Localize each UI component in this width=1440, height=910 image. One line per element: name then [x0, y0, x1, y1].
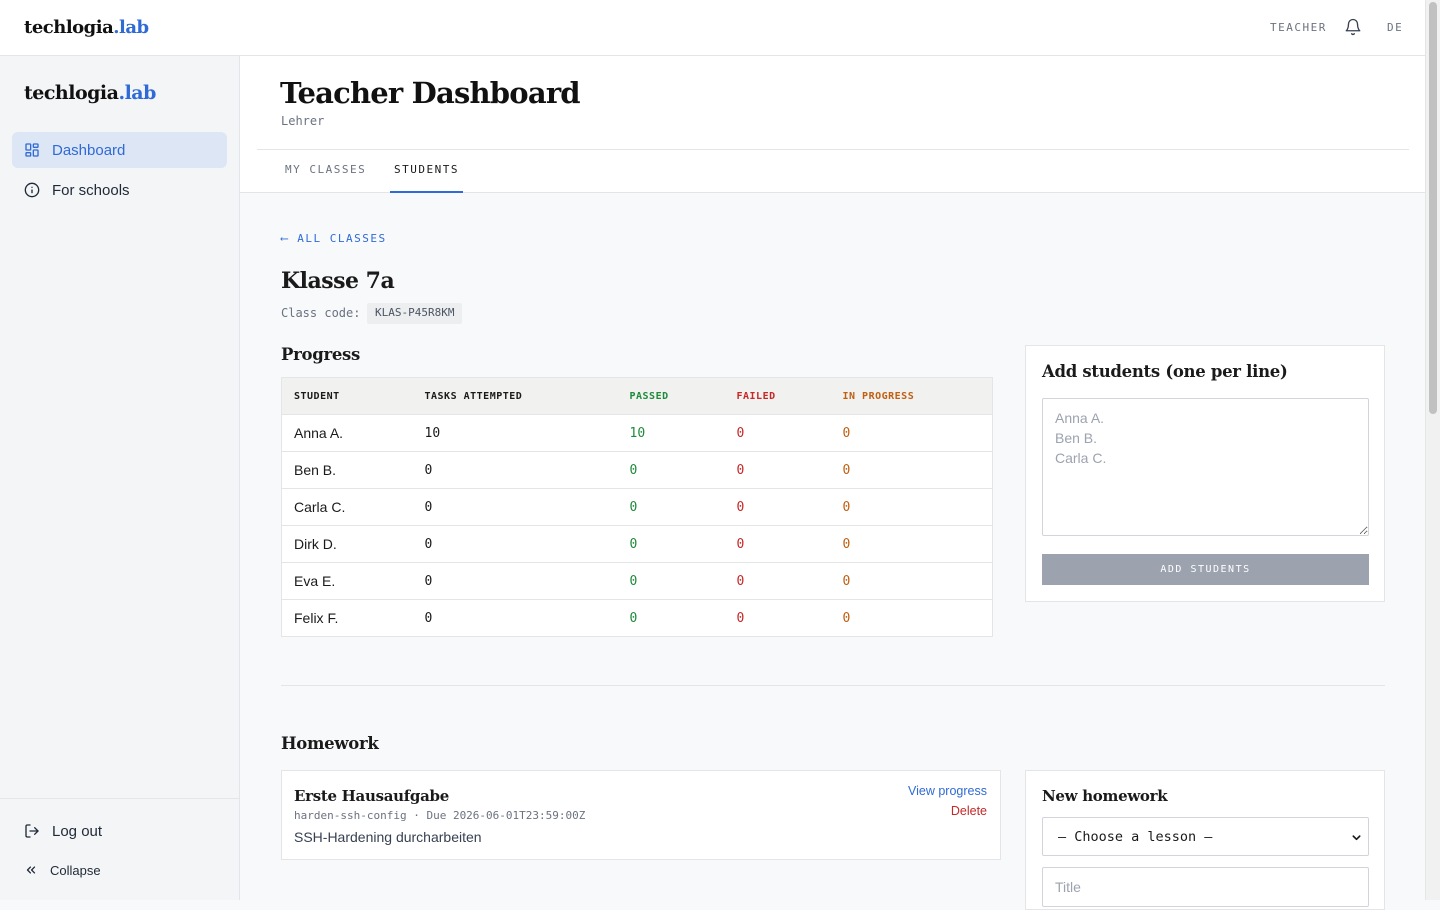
in-progress-count: 0: [830, 562, 993, 600]
page-header: Teacher Dashboard Lehrer MY CLASSES STUD…: [240, 56, 1425, 193]
add-students-textarea[interactable]: [1042, 398, 1369, 536]
failed-count: 0: [724, 599, 831, 637]
tasks-attempted: 0: [412, 525, 618, 563]
lesson-select-value: — Choose a lesson —: [1058, 828, 1213, 845]
column-header-in-progress: IN PROGRESS: [830, 377, 993, 415]
tasks-attempted: 0: [412, 562, 618, 600]
delete-homework-link[interactable]: Delete: [951, 804, 987, 818]
tab-students[interactable]: STUDENTS: [390, 150, 463, 193]
new-homework-heading: New homework: [1042, 787, 1168, 805]
class-code-label: Class code:: [281, 306, 361, 320]
homework-title-input[interactable]: [1042, 867, 1369, 907]
student-name: Felix F.: [281, 599, 413, 637]
progress-heading: Progress: [281, 345, 361, 364]
sidebar-item-dashboard[interactable]: Dashboard: [12, 132, 227, 168]
table-row: Eva E. 0 0 0 0: [281, 562, 993, 600]
student-name: Anna A.: [281, 414, 413, 452]
failed-count: 0: [724, 562, 831, 600]
add-students-button[interactable]: ADD STUDENTS: [1042, 554, 1369, 585]
dashboard-grid-icon: [25, 143, 39, 157]
section-divider: [281, 685, 1385, 686]
brand-name: techlogia: [24, 17, 114, 38]
column-header-passed: PASSED: [617, 377, 725, 415]
homework-heading: Homework: [281, 734, 379, 753]
table-row: Anna A. 10 10 0 0: [281, 414, 993, 452]
logout-icon: [25, 824, 39, 838]
in-progress-count: 0: [830, 451, 993, 489]
add-students-heading: Add students (one per line): [1042, 362, 1288, 381]
table-header-row: STUDENT TASKS ATTEMPTED PASSED FAILED IN…: [281, 377, 993, 415]
failed-count: 0: [724, 488, 831, 526]
column-header-tasks-attempted: TASKS ATTEMPTED: [412, 377, 618, 415]
sidebar-footer: Log out Collapse: [0, 798, 239, 900]
in-progress-count: 0: [830, 488, 993, 526]
column-header-student: STUDENT: [281, 377, 413, 415]
tasks-attempted: 0: [412, 451, 618, 489]
collapse-sidebar-button[interactable]: Collapse: [12, 855, 227, 885]
page-subtitle: Lehrer: [281, 114, 325, 128]
language-switch[interactable]: DE: [1387, 21, 1403, 34]
bell-icon[interactable]: [1344, 18, 1362, 36]
failed-count: 0: [724, 451, 831, 489]
sidebar: techlogia.lab Dashboard For schools Log …: [0, 56, 240, 900]
failed-count: 0: [724, 414, 831, 452]
passed-count: 0: [617, 488, 725, 526]
tab-bar: MY CLASSES STUDENTS: [257, 149, 1409, 193]
column-header-failed: FAILED: [724, 377, 831, 415]
homework-description: SSH-Hardening durcharbeiten: [294, 829, 482, 845]
passed-count: 10: [617, 414, 725, 452]
passed-count: 0: [617, 451, 725, 489]
student-name: Carla C.: [281, 488, 413, 526]
passed-count: 0: [617, 599, 725, 637]
new-homework-card: New homework — Choose a lesson —: [1025, 770, 1385, 910]
collapse-label: Collapse: [50, 862, 101, 878]
sidebar-item-label: Dashboard: [52, 141, 126, 159]
passed-count: 0: [617, 562, 725, 600]
table-row: Felix F. 0 0 0 0: [281, 599, 993, 637]
passed-count: 0: [617, 525, 725, 563]
table-row: Dirk D. 0 0 0 0: [281, 525, 993, 563]
brand-logo[interactable]: techlogia.lab: [24, 17, 149, 38]
table-row: Carla C. 0 0 0 0: [281, 488, 993, 526]
logout-button[interactable]: Log out: [12, 813, 227, 849]
student-name: Eva E.: [281, 562, 413, 600]
chevron-down-icon: [1352, 835, 1361, 841]
brand-suffix: .lab: [113, 17, 149, 38]
class-code-value: KLAS-P45R8KM: [367, 303, 463, 324]
student-name: Dirk D.: [281, 525, 413, 563]
table-row: Ben B. 0 0 0 0: [281, 451, 993, 489]
failed-count: 0: [724, 525, 831, 563]
back-to-all-classes-link[interactable]: ⟵ ALL CLASSES: [281, 232, 387, 245]
logout-label: Log out: [52, 822, 103, 840]
view-progress-link[interactable]: View progress: [908, 784, 987, 798]
info-circle-icon: [24, 182, 40, 198]
add-students-card: Add students (one per line) ADD STUDENTS: [1025, 345, 1385, 602]
homework-meta: harden-ssh-config · Due 2026-06-01T23:59…: [294, 809, 586, 822]
lesson-select[interactable]: — Choose a lesson —: [1042, 817, 1369, 856]
top-bar: techlogia.lab TEACHER DE: [0, 0, 1425, 56]
in-progress-count: 0: [830, 525, 993, 563]
progress-table: STUDENT TASKS ATTEMPTED PASSED FAILED IN…: [281, 377, 993, 637]
class-title: Klasse 7a: [281, 268, 395, 294]
brand-name: techlogia: [24, 82, 119, 104]
brand-suffix: .lab: [118, 82, 156, 104]
tasks-attempted: 0: [412, 599, 618, 637]
tasks-attempted: 10: [412, 414, 618, 452]
page-title: Teacher Dashboard: [280, 76, 581, 110]
role-label: TEACHER: [1270, 21, 1327, 34]
sidebar-item-for-schools[interactable]: For schools: [12, 172, 227, 208]
in-progress-count: 0: [830, 414, 993, 452]
tab-my-classes[interactable]: MY CLASSES: [281, 150, 370, 193]
in-progress-count: 0: [830, 599, 993, 637]
sidebar-brand-logo[interactable]: techlogia.lab: [24, 82, 156, 104]
homework-item: Erste Hausaufgabe harden-ssh-config · Du…: [281, 770, 1001, 860]
homework-title: Erste Hausaufgabe: [294, 787, 449, 805]
scrollbar-thumb[interactable]: [1429, 2, 1437, 414]
chevrons-left-icon: [26, 866, 36, 874]
student-name: Ben B.: [281, 451, 413, 489]
sidebar-item-label: For schools: [52, 181, 130, 199]
tasks-attempted: 0: [412, 488, 618, 526]
